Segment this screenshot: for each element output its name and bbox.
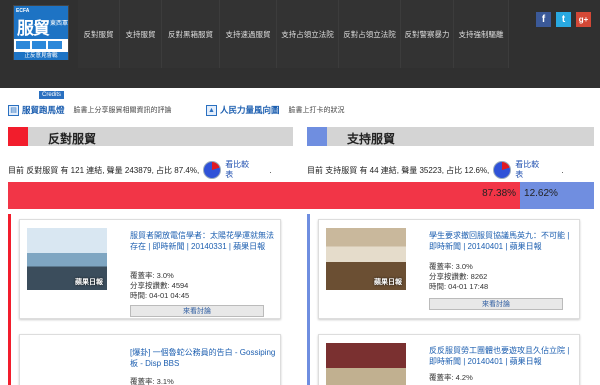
discuss-button[interactable]: 來看討論	[429, 298, 563, 310]
support-column: 蘋果日報 學生要求撤回服貿協議馬英九：不可能 | 即時新聞 | 20140401…	[307, 214, 594, 385]
wind-map-desc: 臉書上打卡的狀況	[288, 107, 345, 114]
pie-chart-icon	[493, 161, 512, 179]
news-card: 蘋果日報 服貿者開放電信學者：太陽花學運就無法存在 | 即時新聞 | 20140…	[19, 219, 281, 319]
ratio-bar: 87.38% 12.62%	[8, 182, 594, 209]
news-coverage: 覆蓋率: 3.0%	[130, 271, 174, 280]
news-card: 反反服貿勞工團體也要遊攻且久佔立院 | 即時新聞 | 20140401 | 蘋果…	[318, 334, 580, 385]
support-section-header: 支持服貿	[307, 127, 594, 146]
news-title-link[interactable]: [爆卦] 一個魯蛇公務員的告白 - Gossiping板 - Disp BBS	[130, 347, 280, 369]
marquee-desc: 臉書上分享服貿相關資訊的評論	[73, 107, 172, 114]
twitter-icon[interactable]: t	[556, 12, 571, 27]
news-card: 蘋果日報 學生要求撤回服貿協議馬英九：不可能 | 即時新聞 | 20140401…	[318, 219, 580, 319]
oppose-compare-link[interactable]: 看比較表	[225, 160, 249, 180]
support-title: 支持服貿	[347, 132, 396, 146]
support-compare-link-text2: 表	[515, 170, 524, 179]
credits-button[interactable]: Credits	[39, 91, 65, 99]
support-stat-text: 目前 支持服貿 有 44 連結, 聲量 35223, 占比 12.6%,	[307, 165, 490, 175]
logo-top: ECFA 服貿 東西軍	[14, 6, 68, 39]
wind-map-icon: ▲	[206, 104, 217, 116]
nav-item-support[interactable]: 支持服貿	[120, 0, 162, 68]
thumbnail-watermark: 蘋果日報	[75, 279, 103, 286]
news-shares: 分享按讚數: 4594	[130, 281, 189, 290]
ratio-support-segment: 12.62%	[520, 182, 594, 209]
marquee-label: 服貿跑馬燈	[22, 105, 65, 115]
news-card: [爆卦] 一個魯蛇公務員的告白 - Gossiping板 - Disp BBS …	[19, 334, 281, 385]
nav-item-oppose-police[interactable]: 反對警察暴力	[401, 0, 454, 68]
pie-chart-icon	[203, 161, 222, 179]
oppose-compare-link-text2: 表	[225, 170, 234, 179]
news-coverage: 覆蓋率: 3.0%	[429, 262, 473, 271]
nav-item-oppose-occupy[interactable]: 反對占領立法院	[339, 0, 401, 68]
wind-map-label: 人民力量風向圖	[220, 105, 280, 115]
marquee-icon: ▤	[8, 104, 19, 116]
support-stat-dot: .	[561, 165, 564, 175]
google-plus-icon[interactable]: g+	[576, 12, 591, 27]
nav-item-oppose-blackbox[interactable]: 反對黑箱服貿	[162, 0, 220, 68]
news-coverage: 覆蓋率: 4.2%	[429, 373, 473, 382]
ratio-support-label: 12.62%	[524, 188, 558, 199]
thumbnail-watermark: 蘋果日報	[374, 279, 402, 286]
news-title-link[interactable]: 學生要求撤回服貿協議馬英九：不可能 | 即時新聞 | 20140401 | 蘋果…	[429, 230, 579, 252]
support-stat: 目前 支持服貿 有 44 連結, 聲量 35223, 占比 12.6%, 看比較…	[307, 160, 564, 180]
nav-item-support-occupy[interactable]: 支持占領立法院	[277, 0, 339, 68]
oppose-color-bar	[8, 127, 28, 146]
oppose-stat-dot: .	[269, 165, 272, 175]
oppose-section-header: 反對服貿	[8, 127, 293, 146]
oppose-compare-link-text: 看比較	[225, 160, 250, 169]
support-color-bar	[307, 127, 327, 146]
main-nav: 反對服貿 支持服貿 反對黑箱服貿 支持速過服貿 支持占領立法院 反對占領立法院 …	[78, 0, 509, 68]
logo-title: 服貿	[17, 19, 50, 39]
logo-subtitle: 東西軍	[50, 21, 69, 27]
nav-item-support-evict[interactable]: 支持強制驅離	[454, 0, 509, 68]
marquee-tag[interactable]: ▤ 服貿跑馬燈 臉書上分享服貿相關資訊的評論	[8, 104, 172, 116]
news-title-link[interactable]: 服貿者開放電信學者：太陽花學運就無法存在 | 即時新聞 | 20140331 |…	[130, 230, 280, 252]
news-thumbnail[interactable]: 蘋果日報	[27, 228, 107, 290]
oppose-stat-text: 目前 反對服貿 有 121 連結, 聲量 243879, 占比 87.4%,	[8, 165, 200, 175]
news-thumbnail[interactable]: 蘋果日報	[326, 228, 406, 290]
logo-icons	[16, 41, 66, 51]
news-shares: 分享按讚數: 8262	[429, 272, 488, 281]
oppose-column: 蘋果日報 服貿者開放電信學者：太陽花學運就無法存在 | 即時新聞 | 20140…	[8, 214, 293, 385]
ratio-oppose-segment: 87.38%	[8, 182, 521, 209]
support-compare-link[interactable]: 看比較表	[515, 160, 539, 180]
ratio-oppose-label: 87.38%	[482, 188, 517, 199]
oppose-stat: 目前 反對服貿 有 121 連結, 聲量 243879, 占比 87.4%, 看…	[8, 160, 271, 180]
news-thumbnail[interactable]	[326, 343, 406, 385]
nav-item-oppose[interactable]: 反對服貿	[78, 0, 120, 68]
facebook-icon[interactable]: f	[536, 12, 551, 27]
news-time: 時間: 04-01 04:45	[130, 291, 190, 300]
news-title-link[interactable]: 反反服貿勞工團體也要遊攻且久佔立院 | 即時新聞 | 20140401 | 蘋果…	[429, 345, 579, 367]
news-time: 時間: 04-01 17:48	[429, 282, 489, 291]
wind-map-tag[interactable]: ▲ 人民力量風向圖 臉書上打卡的狀況	[206, 104, 345, 116]
info-bar: ▤ 服貿跑馬燈 臉書上分享服貿相關資訊的評論 ▲ 人民力量風向圖 臉書上打卡的狀…	[0, 100, 600, 120]
oppose-title: 反對服貿	[48, 132, 97, 146]
site-logo[interactable]: ECFA 服貿 東西軍 正反意見會戰	[13, 5, 69, 60]
support-compare-link-text: 看比較	[515, 160, 540, 169]
header: ECFA 服貿 東西軍 正反意見會戰 反對服貿 支持服貿 反對黑箱服貿 支持速過…	[0, 0, 600, 88]
logo-tagline: 正反意見會戰	[14, 52, 68, 60]
news-coverage: 覆蓋率: 3.1%	[130, 377, 174, 385]
discuss-button[interactable]: 來看討論	[130, 305, 264, 317]
nav-item-support-fast[interactable]: 支持速過服貿	[220, 0, 277, 68]
